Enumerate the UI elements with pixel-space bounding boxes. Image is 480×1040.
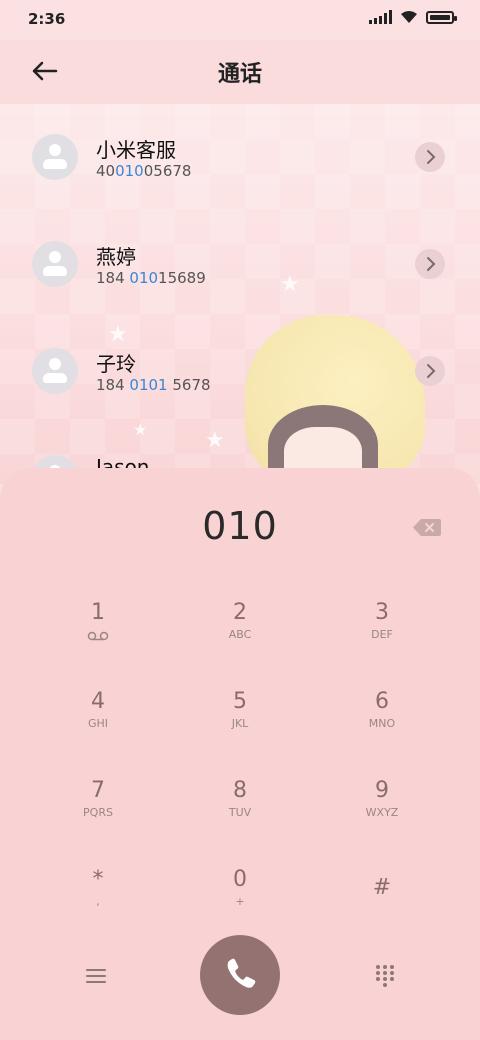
status-time: 2:36 <box>28 10 66 28</box>
contact-number: 4001005678 <box>96 162 192 180</box>
avatar <box>32 134 78 180</box>
keypad-icon[interactable] <box>373 963 397 987</box>
star-decoration: ★ <box>205 428 225 453</box>
avatar <box>32 348 78 394</box>
key-7[interactable]: 7 PQRS <box>38 778 158 848</box>
contact-row[interactable]: 小米客服 4001005678 <box>0 134 480 206</box>
key-hash[interactable]: # <box>322 867 442 937</box>
key-9[interactable]: 9 WXYZ <box>322 778 442 848</box>
menu-icon[interactable] <box>84 965 108 987</box>
status-bar: 2:36 <box>0 0 480 40</box>
key-4[interactable]: 4 GHI <box>38 689 158 759</box>
dialer-panel: 010 1 2 ABC 3 DEF 4 GHI 5 JKL 6 MNO 7 PQ… <box>0 468 480 1040</box>
backspace-icon[interactable] <box>413 519 441 536</box>
key-6[interactable]: 6 MNO <box>322 689 442 759</box>
contact-name: 子玲 <box>96 352 136 376</box>
chevron-right-icon[interactable] <box>415 142 445 172</box>
signal-icon <box>369 10 392 24</box>
contact-number: 184 0101 5678 <box>96 376 211 394</box>
avatar <box>32 241 78 287</box>
star-decoration: ★ <box>133 420 148 439</box>
top-app-bar: 通话 <box>0 40 480 104</box>
contact-number: 184 01015689 <box>96 269 206 287</box>
page-title: 通话 <box>217 62 262 87</box>
key-0[interactable]: 0 + <box>180 867 300 937</box>
star-decoration: ★ <box>108 322 128 347</box>
contact-row[interactable]: 燕婷 184 01015689 <box>0 241 480 313</box>
key-8[interactable]: 8 TUV <box>180 778 300 848</box>
key-star[interactable]: * , <box>38 867 158 937</box>
key-1[interactable]: 1 <box>38 600 158 670</box>
key-3[interactable]: 3 DEF <box>322 600 442 670</box>
contact-row[interactable]: 子玲 184 0101 5678 <box>0 348 480 420</box>
dialed-number: 010 <box>202 504 278 548</box>
key-5[interactable]: 5 JKL <box>180 689 300 759</box>
voicemail-icon <box>87 631 109 641</box>
chevron-right-icon[interactable] <box>415 249 445 279</box>
phone-icon <box>227 958 256 988</box>
contact-name: 燕婷 <box>96 245 136 269</box>
call-button[interactable] <box>200 935 280 1015</box>
wifi-icon <box>401 11 417 23</box>
contact-name: 小米客服 <box>96 138 176 162</box>
key-2[interactable]: 2 ABC <box>180 600 300 670</box>
chevron-right-icon[interactable] <box>415 356 445 386</box>
battery-icon <box>426 10 457 24</box>
